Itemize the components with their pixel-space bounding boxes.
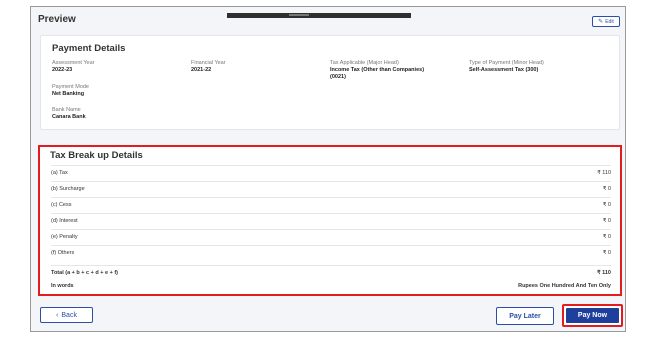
top-bar-handle	[289, 14, 309, 16]
bank-name-field: Bank Name Canara Bank	[52, 107, 86, 121]
tax-breakup-card: Tax Break up Details (a) Tax ₹ 110 (b) S…	[38, 145, 622, 296]
penalty-row-label: (e) Penalty	[51, 234, 78, 240]
tax-applicable-field: Tax Applicable (Major Head) Income Tax (…	[330, 60, 424, 81]
in-words-label: In words	[51, 282, 74, 289]
tax-row: (a) Tax ₹ 110	[51, 165, 611, 180]
tax-applicable-value-line1: Income Tax (Other than Companies)	[330, 67, 425, 73]
payment-mode-field: Payment Mode Net Banking	[52, 84, 89, 98]
penalty-row-amount: ₹ 0	[602, 234, 611, 240]
assessment-year-field: Assessment Year 2022-23	[52, 60, 95, 74]
interest-row-amount: ₹ 0	[602, 218, 611, 224]
pencil-icon: ✎	[598, 18, 604, 25]
in-words-value: Rupees One Hundred And Ten Only	[518, 282, 611, 289]
tax-row-amount: ₹ 110	[597, 170, 611, 176]
assessment-year-label: Assessment Year	[52, 60, 95, 66]
back-button-label: Back	[61, 311, 77, 319]
payment-type-value: Self-Assessment Tax (300)	[469, 67, 539, 73]
financial-year-value: 2021-22	[191, 67, 212, 73]
in-words-row: In words Rupees One Hundred And Ten Only	[51, 278, 611, 293]
financial-year-field: Financial Year 2021-22	[191, 60, 226, 74]
others-row-amount: ₹ 0	[602, 250, 611, 256]
others-row-label: (f) Others	[51, 250, 75, 256]
tax-applicable-label: Tax Applicable (Major Head)	[330, 60, 399, 66]
surcharge-row: (b) Surcharge ₹ 0	[51, 181, 611, 196]
page-title: Preview	[38, 14, 76, 25]
tax-applicable-value-line2: (0021)	[330, 74, 346, 80]
chevron-left-icon: ‹	[56, 311, 59, 319]
payment-type-field: Type of Payment (Minor Head) Self-Assess…	[469, 60, 544, 74]
payment-details-card: Payment Details Assessment Year 2022-23 …	[40, 35, 620, 130]
interest-row: (d) Interest ₹ 0	[51, 213, 611, 228]
payment-type-label: Type of Payment (Minor Head)	[469, 60, 544, 66]
cess-row: (c) Cess ₹ 0	[51, 197, 611, 212]
bank-name-value: Canara Bank	[52, 114, 86, 120]
bank-name-label: Bank Name	[52, 107, 81, 113]
surcharge-row-amount: ₹ 0	[602, 186, 611, 192]
total-row-amount: ₹ 110	[597, 270, 611, 276]
surcharge-row-label: (b) Surcharge	[51, 186, 85, 192]
payment-mode-label: Payment Mode	[52, 84, 89, 90]
others-row: (f) Others ₹ 0	[51, 245, 611, 260]
window-top-bar	[227, 13, 411, 18]
interest-row-label: (d) Interest	[51, 218, 78, 224]
pay-later-button[interactable]: Pay Later	[496, 307, 554, 325]
edit-button[interactable]: ✎ Edit	[592, 16, 620, 27]
tax-breakup-heading: Tax Break up Details	[50, 150, 143, 161]
financial-year-label: Financial Year	[191, 60, 226, 66]
total-row-label: Total (a + b + c + d + e + f)	[51, 270, 118, 276]
payment-details-heading: Payment Details	[52, 43, 126, 54]
pay-now-button[interactable]: Pay Now	[566, 308, 619, 323]
pay-now-button-highlight: Pay Now	[562, 304, 623, 327]
edit-button-label: Edit	[605, 18, 614, 25]
penalty-row: (e) Penalty ₹ 0	[51, 229, 611, 244]
cess-row-amount: ₹ 0	[602, 202, 611, 208]
assessment-year-value: 2022-23	[52, 67, 73, 73]
cess-row-label: (c) Cess	[51, 202, 72, 208]
payment-mode-value: Net Banking	[52, 91, 85, 97]
tax-row-label: (a) Tax	[51, 170, 68, 176]
back-button[interactable]: ‹ Back	[40, 307, 93, 323]
